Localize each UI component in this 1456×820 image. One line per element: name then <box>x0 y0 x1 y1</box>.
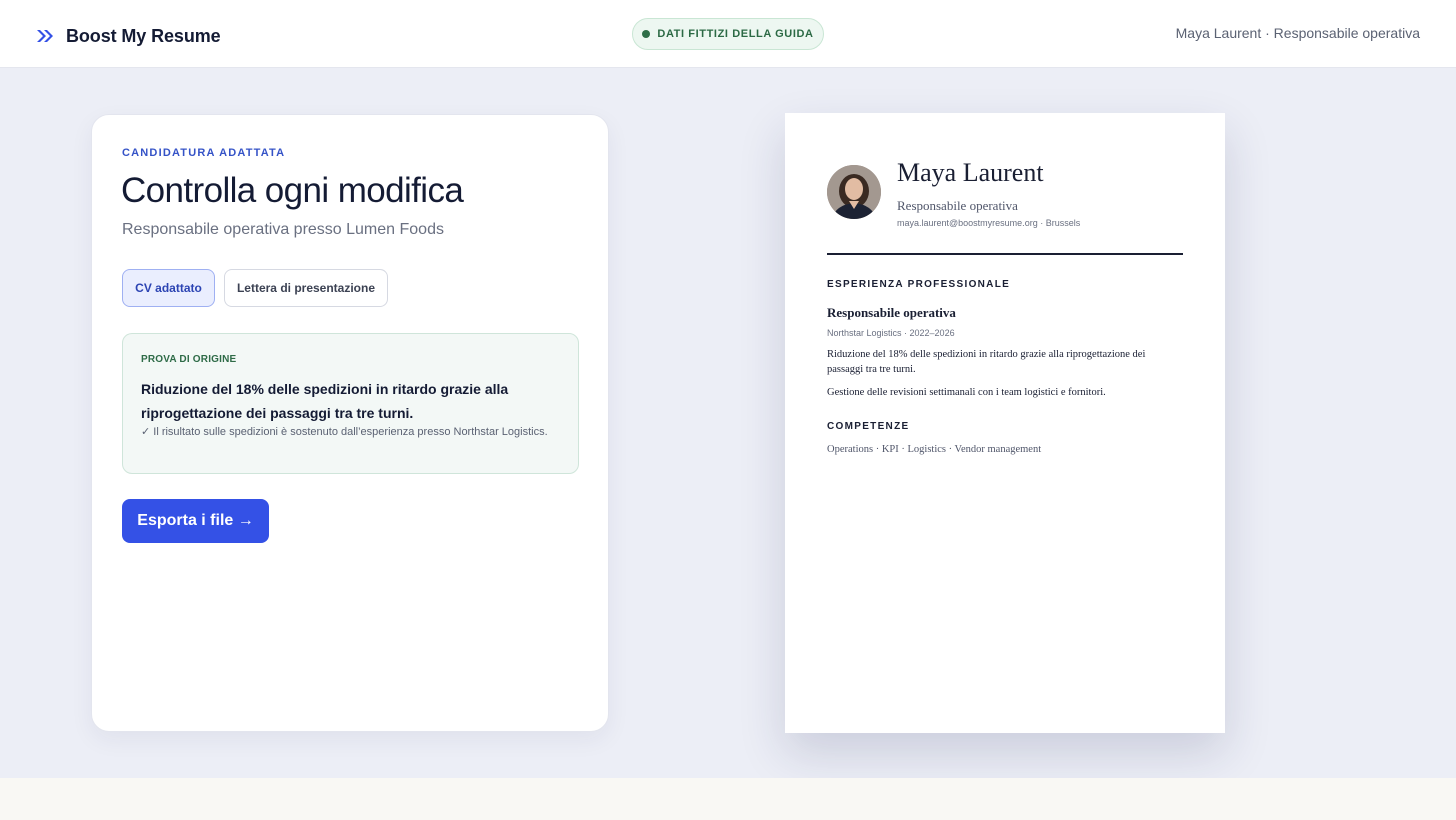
user-meta: Maya Laurent · Responsabile operativa <box>1175 25 1420 41</box>
tab-cover-letter[interactable]: Lettera di presentazione <box>224 269 388 307</box>
resume-role: Responsabile operativa <box>897 198 1018 213</box>
status-dot-icon <box>642 30 651 38</box>
resume-name: Maya Laurent <box>897 158 1044 187</box>
profile-photo <box>827 165 881 219</box>
top-bar: Boost My Resume DATI FITTIZI DELLA GUIDA… <box>0 0 1456 68</box>
skills-list: Operations · KPI · Logistics · Vendor ma… <box>827 444 1042 455</box>
source-proof-label: PROVA DI ORIGINE <box>141 354 237 365</box>
demo-data-badge: DATI FITTIZI DELLA GUIDA <box>632 18 824 50</box>
job-title: Responsabile operativa <box>827 305 956 320</box>
job-bullet: Gestione delle revisioni settimanali con… <box>827 387 1106 398</box>
source-proof-text: Riduzione del 18% delle spedizioni in ri… <box>141 381 509 421</box>
resume-preview: Maya Laurent Responsabile operativa maya… <box>785 113 1225 733</box>
brand-name: Boost My Resume <box>66 25 221 46</box>
eyebrow: CANDIDATURA ADATTATA <box>122 147 286 159</box>
skills-heading: COMPETENZE <box>827 421 910 432</box>
source-proof-box: PROVA DI ORIGINE Riduzione del 18% delle… <box>122 333 579 474</box>
avatar <box>827 165 881 219</box>
source-proof-note: ✓ Il risultato sulle spedizioni è sosten… <box>141 426 548 438</box>
experience-heading: ESPERIENZA PROFESSIONALE <box>827 279 1011 290</box>
job-bullet: Riduzione del 18% delle spedizioni in ri… <box>827 349 1146 375</box>
brand-logo[interactable]: Boost My Resume <box>36 22 221 50</box>
demo-data-badge-label: DATI FITTIZI DELLA GUIDA <box>657 28 814 40</box>
review-card: CANDIDATURA ADATTATA Controlla ogni modi… <box>91 114 609 732</box>
export-files-button[interactable]: Esporta i file → <box>122 499 269 543</box>
resume-contact: maya.laurent@boostmyresume.org · Brussel… <box>897 218 1081 228</box>
double-chevron-right-icon <box>37 30 53 42</box>
tab-tailored-cv[interactable]: CV adattato <box>122 269 215 307</box>
footer-strip <box>0 778 1456 820</box>
job-meta: Northstar Logistics · 2022–2026 <box>827 328 955 338</box>
page-title: Controlla ogni modifica <box>121 171 464 210</box>
page-subtitle: Responsabile operativa presso Lumen Food… <box>122 221 444 238</box>
resume-divider <box>827 253 1183 255</box>
